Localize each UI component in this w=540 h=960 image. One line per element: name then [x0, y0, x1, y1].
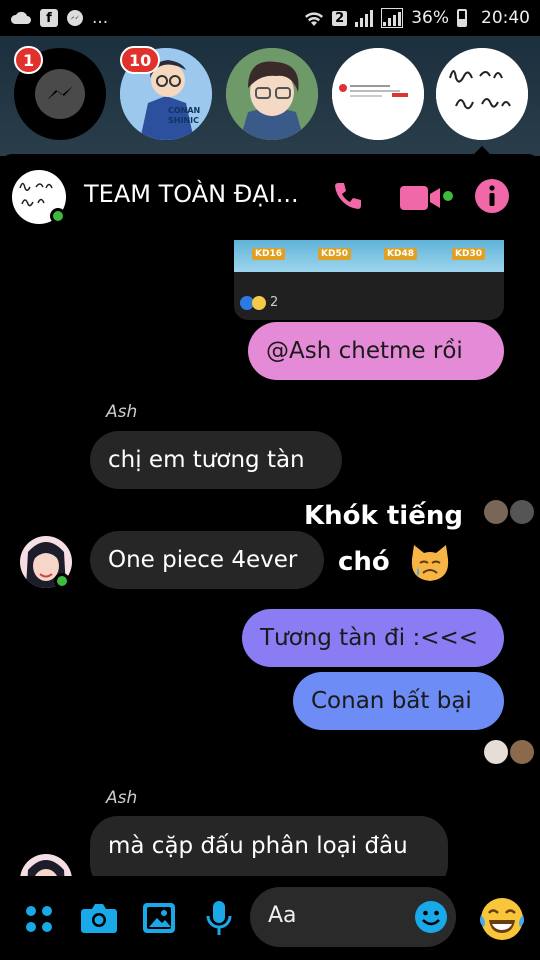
- sender-name: Ash: [106, 402, 138, 422]
- gallery-icon[interactable]: [142, 902, 176, 934]
- sim-badge: 2: [332, 10, 348, 26]
- battery-icon: [457, 9, 467, 27]
- chat-head-lop-du-du-thue[interactable]: [436, 48, 528, 140]
- sender-avatar-face: [27, 860, 65, 876]
- camera-icon[interactable]: [80, 902, 118, 934]
- overlay-text-line-1: Khók tiếng: [304, 501, 463, 531]
- shared-image-card[interactable]: KD16 KD50 KD48 KD30 2: [234, 240, 504, 320]
- chat-head-badge-10: 10: [120, 46, 161, 74]
- shared-image-label-3: KD48: [384, 248, 417, 260]
- wifi-icon: [305, 12, 324, 26]
- read-receipt-avatar: [484, 500, 508, 524]
- conan-caption: CONAN SHINIC: [168, 106, 201, 125]
- overlay-text-line-2: chó: [338, 547, 390, 577]
- signal-icon: [355, 9, 374, 27]
- message-bubble-in[interactable]: mà cặp đấu phân loại đâu: [90, 816, 448, 876]
- facebook-icon: f: [40, 9, 58, 27]
- more-apps-icon[interactable]: [24, 904, 54, 934]
- message-bubble-out[interactable]: Conan bất bại: [293, 672, 504, 730]
- read-receipt-avatar: [484, 740, 508, 764]
- message-input[interactable]: Aa: [250, 887, 456, 947]
- message-input-placeholder: Aa: [268, 903, 297, 928]
- shared-image-label-2: KD50: [318, 248, 351, 260]
- haha-reaction-icon: [252, 296, 266, 310]
- chat-title[interactable]: TEAM TOÀN ĐẠI...: [84, 180, 299, 208]
- laughing-emoji-icon[interactable]: [478, 895, 526, 943]
- shared-image-label-1: KD16: [252, 248, 285, 260]
- chat-head-badge-1: 1: [14, 46, 44, 74]
- crying-cat-emoji: [411, 545, 449, 581]
- message-bubble-in[interactable]: chị em tương tàn: [90, 431, 342, 489]
- composer-toolbar: Aa: [0, 876, 540, 960]
- handwriting-avatar: [436, 48, 528, 140]
- chat-head-screenshot[interactable]: [332, 48, 424, 140]
- reaction-count[interactable]: 2: [270, 295, 278, 310]
- chat-head-anime-boy[interactable]: [226, 48, 318, 140]
- info-icon[interactable]: [474, 178, 510, 214]
- battery-percent: 36%: [411, 8, 449, 28]
- message-bubble-out[interactable]: @Ash chetme rồi: [248, 322, 504, 380]
- shared-image-label-4: KD30: [452, 248, 485, 260]
- chat-header: TEAM TOÀN ĐẠI...: [0, 154, 540, 240]
- read-receipt-avatar: [510, 500, 534, 524]
- chat-heads-row: 1 CONAN SHINIC 10: [0, 36, 540, 156]
- signal-icon-2: [381, 8, 404, 28]
- screenshot-avatar: [332, 48, 424, 140]
- status-right: 2 36% 20:40: [304, 8, 530, 28]
- status-more: ...: [92, 8, 109, 28]
- message-bubble-out[interactable]: Tương tàn đi :<<<: [242, 609, 504, 667]
- sender-avatar[interactable]: [20, 854, 72, 876]
- message-list[interactable]: KD16 KD50 KD48 KD30 2 @Ash chetme rồi As…: [0, 240, 540, 876]
- sender-online-dot: [54, 573, 70, 589]
- video-call-icon[interactable]: [400, 184, 444, 212]
- status-bar: f ... 2 36% 20:40: [0, 0, 540, 36]
- messenger-status-icon: [67, 10, 83, 26]
- status-left: f ...: [10, 8, 108, 28]
- group-online-dot: [50, 208, 66, 224]
- anime-boy-avatar: [226, 48, 318, 140]
- phone-icon[interactable]: [330, 180, 364, 214]
- clock: 20:40: [481, 8, 530, 28]
- microphone-icon[interactable]: [206, 900, 232, 938]
- sender-name: Ash: [106, 788, 138, 808]
- emoji-picker-icon[interactable]: [414, 900, 448, 934]
- video-online-dot: [441, 189, 455, 203]
- read-receipt-avatar: [510, 740, 534, 764]
- cloud-icon: [10, 11, 31, 24]
- message-bubble-in[interactable]: One piece 4ever: [90, 531, 324, 589]
